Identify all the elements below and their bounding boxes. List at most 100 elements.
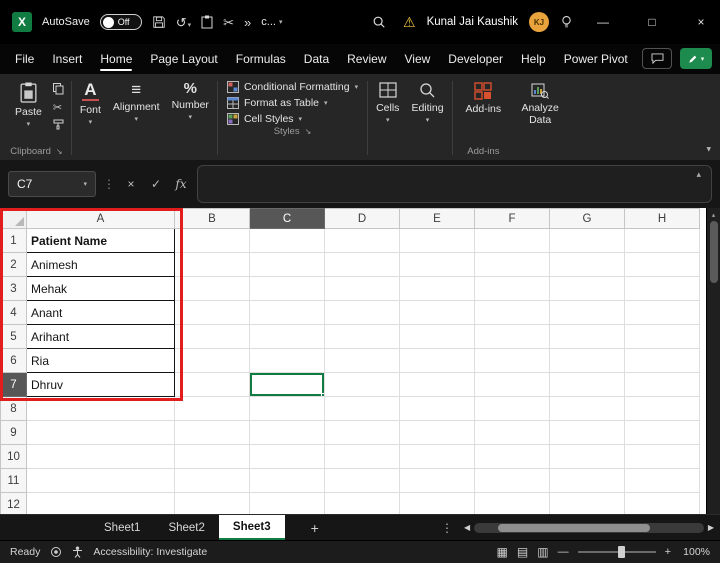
column-header-E[interactable]: E <box>400 209 475 229</box>
cell-H5[interactable] <box>625 325 700 349</box>
cell-A5[interactable]: Arihant <box>27 325 175 349</box>
enter-button[interactable]: ✓ <box>147 177 165 191</box>
cell-C10[interactable] <box>250 445 325 469</box>
formula-input[interactable]: ▴ <box>197 165 712 203</box>
cell-G9[interactable] <box>550 421 625 445</box>
column-header-F[interactable]: F <box>475 209 550 229</box>
cell-E7[interactable] <box>400 373 475 397</box>
page-break-view-icon[interactable]: ▥ <box>537 545 548 559</box>
normal-view-icon[interactable]: ▦ <box>497 545 508 559</box>
zoom-slider-thumb[interactable] <box>618 546 625 558</box>
scroll-right-icon[interactable]: ▶ <box>708 523 714 532</box>
accessibility-status[interactable]: Accessibility: Investigate <box>93 546 207 558</box>
cell-B9[interactable] <box>175 421 250 445</box>
cell-E3[interactable] <box>400 277 475 301</box>
vertical-scroll-thumb[interactable] <box>710 221 718 283</box>
cell-G4[interactable] <box>550 301 625 325</box>
collapse-formula-bar-icon[interactable]: ▴ <box>696 169 701 180</box>
cell-A3[interactable]: Mehak <box>27 277 175 301</box>
save-icon[interactable] <box>152 15 166 29</box>
column-header-B[interactable]: B <box>175 209 250 229</box>
cell-B4[interactable] <box>175 301 250 325</box>
row-header-5[interactable]: 5 <box>1 325 27 349</box>
cells-group-button[interactable]: Cells ▾ <box>370 76 405 160</box>
cell-E6[interactable] <box>400 349 475 373</box>
row-header-10[interactable]: 10 <box>1 445 27 469</box>
cell-H10[interactable] <box>625 445 700 469</box>
tab-insert[interactable]: Insert <box>43 46 91 74</box>
cell-F9[interactable] <box>475 421 550 445</box>
cell-styles-button[interactable]: Cell Styles ▾ <box>227 113 358 125</box>
cell-G1[interactable] <box>550 229 625 253</box>
cell-C7[interactable] <box>250 373 325 397</box>
cell-E4[interactable] <box>400 301 475 325</box>
cell-B12[interactable] <box>175 493 250 515</box>
column-header-H[interactable]: H <box>625 209 700 229</box>
cell-B8[interactable] <box>175 397 250 421</box>
paste-button[interactable]: Paste ▾ <box>9 77 48 130</box>
tab-formulas[interactable]: Formulas <box>227 46 295 74</box>
cell-A12[interactable] <box>27 493 175 515</box>
cell-H6[interactable] <box>625 349 700 373</box>
maximize-button[interactable]: □ <box>633 0 671 44</box>
tab-power-pivot[interactable]: Power Pivot <box>555 46 637 74</box>
cell-H4[interactable] <box>625 301 700 325</box>
clipboard-dialog-launcher[interactable]: ↘ <box>56 147 63 156</box>
fill-handle[interactable] <box>321 393 325 397</box>
cell-D7[interactable] <box>325 373 400 397</box>
row-header-1[interactable]: 1 <box>1 229 27 253</box>
column-header-C[interactable]: C <box>250 209 325 229</box>
comments-button[interactable] <box>642 48 672 69</box>
cell-G10[interactable] <box>550 445 625 469</box>
add-sheet-button[interactable]: + <box>299 515 331 540</box>
tab-page-layout[interactable]: Page Layout <box>141 46 226 74</box>
cell-F1[interactable] <box>475 229 550 253</box>
cell-A6[interactable]: Ria <box>27 349 175 373</box>
cell-B11[interactable] <box>175 469 250 493</box>
cell-C6[interactable] <box>250 349 325 373</box>
cell-G12[interactable] <box>550 493 625 515</box>
horizontal-scrollbar[interactable]: ◀ ▶ <box>462 515 720 540</box>
cell-F5[interactable] <box>475 325 550 349</box>
formula-bar-handle[interactable]: ⋮ <box>103 177 115 191</box>
row-header-8[interactable]: 8 <box>1 397 27 421</box>
cell-F6[interactable] <box>475 349 550 373</box>
tab-review[interactable]: Review <box>338 46 395 74</box>
tab-file[interactable]: File <box>6 46 43 74</box>
cell-E12[interactable] <box>400 493 475 515</box>
cell-B3[interactable] <box>175 277 250 301</box>
scroll-left-icon[interactable]: ◀ <box>464 523 470 532</box>
horizontal-scroll-thumb[interactable] <box>498 524 650 532</box>
minimize-button[interactable]: — <box>584 0 622 44</box>
zoom-level[interactable]: 100% <box>680 546 710 558</box>
cut-icon[interactable]: ✂ <box>53 103 64 114</box>
cell-C2[interactable] <box>250 253 325 277</box>
editing-group-button[interactable]: Editing ▾ <box>405 76 449 160</box>
tab-help[interactable]: Help <box>512 46 555 74</box>
cut-icon[interactable]: ✂ <box>223 16 234 29</box>
tab-developer[interactable]: Developer <box>439 46 512 74</box>
cell-A4[interactable]: Anant <box>27 301 175 325</box>
zoom-in-button[interactable]: + <box>665 546 671 558</box>
cancel-button[interactable]: × <box>122 177 140 191</box>
cell-C8[interactable] <box>250 397 325 421</box>
cell-D9[interactable] <box>325 421 400 445</box>
cell-D1[interactable] <box>325 229 400 253</box>
copy-icon[interactable] <box>53 83 64 98</box>
quick-access-dropdown[interactable]: c... ▾ <box>261 16 282 28</box>
cell-E11[interactable] <box>400 469 475 493</box>
cell-C12[interactable] <box>250 493 325 515</box>
cell-A2[interactable]: Animesh <box>27 253 175 277</box>
cell-H3[interactable] <box>625 277 700 301</box>
cell-G3[interactable] <box>550 277 625 301</box>
cell-B7[interactable] <box>175 373 250 397</box>
addins-button[interactable]: Add-ins <box>460 77 508 117</box>
cell-A10[interactable] <box>27 445 175 469</box>
font-group-button[interactable]: A Font ▾ <box>74 76 107 160</box>
analyze-data-button[interactable]: Analyze Data <box>512 76 568 160</box>
cell-G8[interactable] <box>550 397 625 421</box>
sheetbar-menu-icon[interactable]: ⋮ <box>432 515 462 540</box>
insert-function-button[interactable]: fx <box>172 177 190 191</box>
collapse-ribbon-icon[interactable]: ▴ <box>706 144 711 155</box>
cell-E8[interactable] <box>400 397 475 421</box>
